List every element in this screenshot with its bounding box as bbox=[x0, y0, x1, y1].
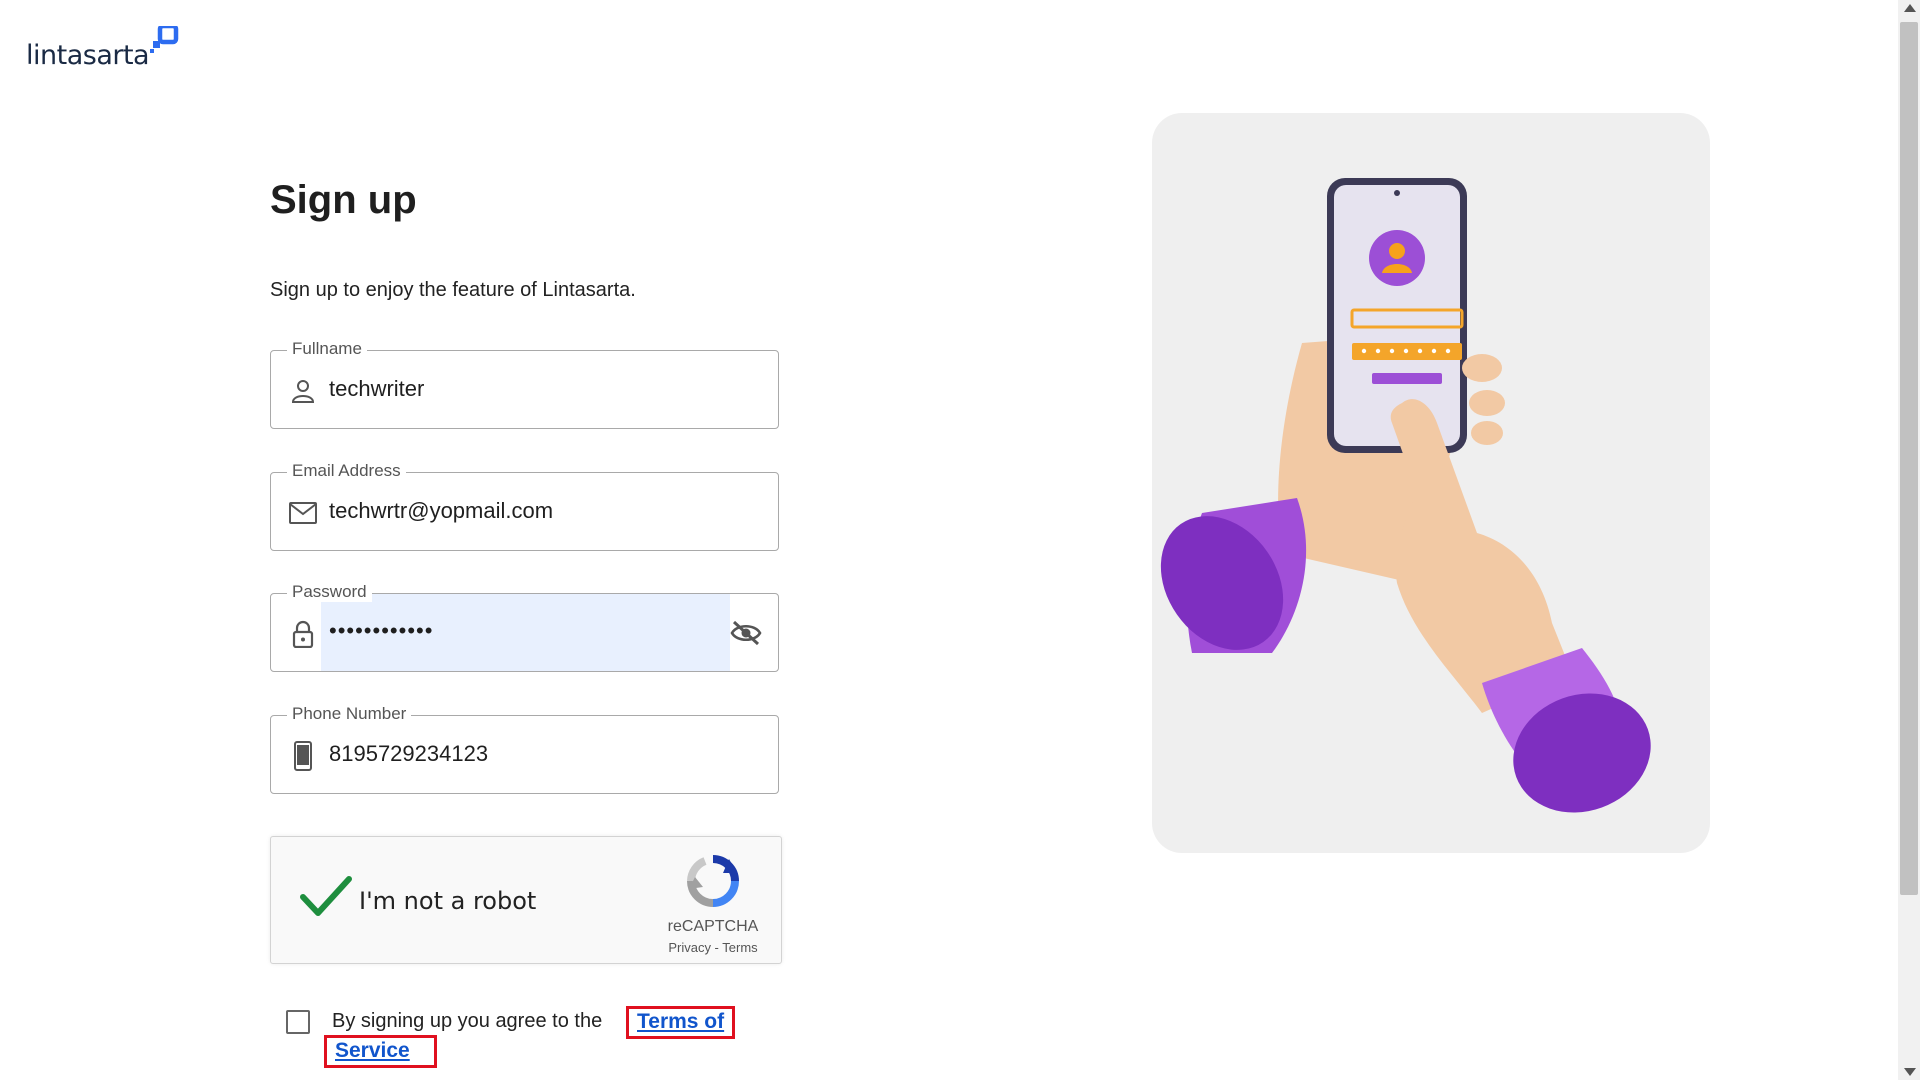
email-label: Email Address bbox=[287, 461, 406, 481]
checkmark-icon[interactable] bbox=[299, 875, 353, 924]
fullname-input[interactable]: techwriter bbox=[329, 376, 424, 402]
password-field[interactable]: Password •••••••••••• bbox=[270, 582, 779, 672]
terms-of-service-link[interactable]: Terms of bbox=[626, 1006, 736, 1039]
eye-off-icon[interactable] bbox=[730, 619, 762, 647]
recaptcha-widget[interactable]: I'm not a robot reCAPTCHA Privacy - Term… bbox=[270, 836, 782, 964]
fullname-label: Fullname bbox=[287, 339, 367, 359]
terms-text: By signing up you agree to the bbox=[332, 1010, 603, 1032]
email-field[interactable]: Email Address techwrtr@yopmail.com bbox=[270, 461, 779, 551]
vertical-scrollbar[interactable] bbox=[1898, 0, 1920, 1080]
scroll-down-arrow-icon[interactable] bbox=[1904, 1068, 1916, 1076]
illustration-graphic bbox=[1160, 178, 1651, 813]
scroll-up-arrow-icon[interactable] bbox=[1904, 4, 1916, 12]
brand-logo[interactable]: lintasarta bbox=[26, 26, 180, 71]
page-subtitle: Sign up to enjoy the feature of Lintasar… bbox=[270, 279, 636, 301]
recaptcha-links[interactable]: Privacy - Terms bbox=[663, 940, 763, 955]
scroll-thumb[interactable] bbox=[1900, 22, 1918, 895]
page-title: Sign up bbox=[270, 178, 417, 222]
mail-icon bbox=[289, 499, 317, 527]
recaptcha-brand: reCAPTCHA Privacy - Terms bbox=[663, 853, 763, 955]
password-input[interactable]: •••••••••••• bbox=[329, 618, 433, 644]
phone-label: Phone Number bbox=[287, 704, 412, 724]
lock-icon bbox=[289, 620, 317, 648]
phone-field[interactable]: Phone Number 8195729234123 bbox=[270, 704, 779, 794]
password-label: Password bbox=[287, 582, 372, 602]
logo-mark-icon bbox=[150, 26, 179, 53]
phone-login-illustration bbox=[1152, 113, 1710, 853]
phone-icon bbox=[289, 741, 317, 771]
logo-text: lintasarta bbox=[26, 40, 150, 71]
recaptcha-brand-name: reCAPTCHA bbox=[667, 918, 759, 935]
recaptcha-label: I'm not a robot bbox=[359, 887, 537, 915]
person-icon bbox=[289, 377, 317, 405]
recaptcha-logo-icon bbox=[687, 855, 739, 907]
phone-input[interactable]: 8195729234123 bbox=[329, 741, 488, 767]
email-input[interactable]: techwrtr@yopmail.com bbox=[329, 498, 553, 524]
terms-checkbox[interactable] bbox=[286, 1010, 310, 1034]
fullname-field[interactable]: Fullname techwriter bbox=[270, 339, 779, 429]
terms-of-service-link-line2[interactable]: Service bbox=[324, 1035, 437, 1068]
